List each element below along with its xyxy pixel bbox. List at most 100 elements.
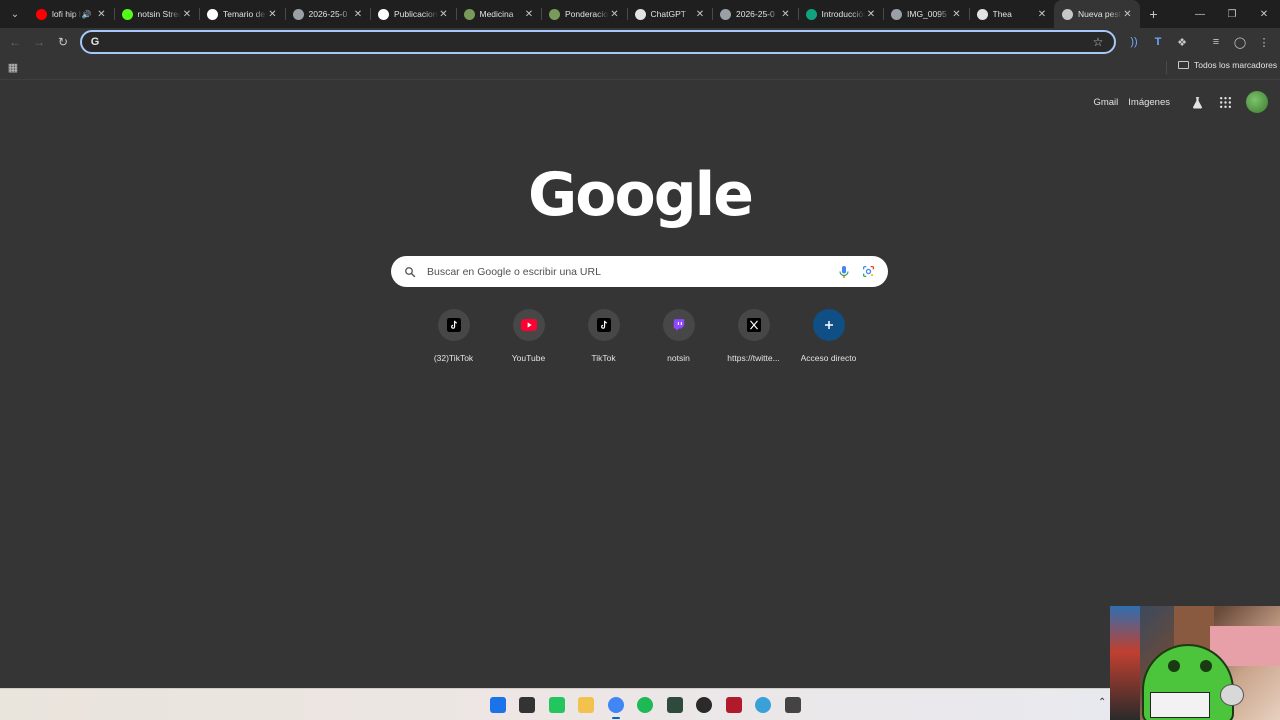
restore-icon: ❐	[1227, 8, 1237, 20]
tab[interactable]: Nueva pestaña✕	[1054, 0, 1140, 28]
tab[interactable]: 2026-25-0 ✕	[284, 0, 371, 28]
tab-title: lofi hip hop radio	[52, 9, 82, 19]
menu-button[interactable]: ⋮	[1252, 30, 1276, 54]
close-window-button[interactable]: ✕	[1248, 0, 1280, 28]
taskbar-button[interactable]	[778, 693, 808, 717]
taskbar-button[interactable]	[572, 693, 602, 717]
shortcut-tiktok[interactable]: TikTok	[566, 309, 641, 373]
reading-list-button[interactable]: ≡	[1204, 30, 1228, 54]
tab-title: Temario de	[223, 9, 266, 19]
site-icon	[549, 8, 560, 20]
tab[interactable]: Temario de ✕	[199, 0, 285, 28]
close-tab-icon[interactable]: ✕	[951, 8, 963, 20]
tab[interactable]: Publicaciones✕	[370, 0, 456, 28]
back-button[interactable]: ←	[3, 30, 27, 54]
tab-search-button[interactable]: ⌄	[4, 3, 26, 25]
tray-chevron-icon[interactable]: ⌃	[1098, 697, 1106, 708]
taskbar-button[interactable]	[749, 693, 779, 717]
close-tab-icon[interactable]: ✕	[181, 8, 193, 20]
forward-button[interactable]: →	[27, 30, 51, 54]
shortcut-notsin[interactable]: notsin	[641, 309, 716, 373]
bookmark-star-button[interactable]: ☆	[1088, 35, 1108, 49]
shield-icon	[805, 8, 817, 20]
tab[interactable]: Ponderaciones✕	[541, 0, 627, 28]
labs-button[interactable]	[1186, 91, 1208, 113]
close-tab-icon[interactable]: ✕	[438, 8, 450, 20]
windows-start-icon	[489, 697, 506, 713]
tab[interactable]: IMG_0095 ✕	[883, 0, 969, 28]
taskbar-button[interactable]	[690, 693, 720, 717]
close-tab-icon[interactable]: ✕	[609, 8, 621, 20]
chrome-icon	[607, 697, 624, 713]
taskbar-button[interactable]	[631, 693, 661, 717]
kick-icon	[121, 8, 133, 20]
tab-strip: ⌄ lofi hip hop radio🔊✕notsin Stream✕Tema…	[0, 0, 1280, 28]
extensions-button[interactable]: ❖	[1170, 30, 1194, 54]
address-bar[interactable]: G ☆	[80, 30, 1116, 54]
taskbar-button[interactable]	[483, 693, 513, 717]
profile-button[interactable]: ◯	[1228, 30, 1252, 54]
tab-title: 2026-25-0	[736, 9, 775, 19]
restore-button[interactable]: ❐	[1216, 0, 1248, 28]
profile-icon: ◯	[1233, 36, 1247, 49]
shortcut-label: notsin	[667, 353, 690, 363]
images-link[interactable]: Imágenes	[1128, 97, 1170, 108]
site-icon	[463, 8, 475, 20]
shortcut-twitter[interactable]: https://twitte...	[716, 309, 791, 373]
tab[interactable]: ChatGPT ✕	[626, 0, 713, 28]
taskbar: ⌃	[0, 688, 1280, 720]
globe-icon	[292, 8, 304, 20]
close-tab-icon[interactable]: ✕	[1122, 8, 1134, 20]
shortcut-youtube[interactable]: YouTube	[491, 309, 566, 373]
tab[interactable]: notsin Stream✕	[113, 0, 200, 28]
shortcut-tiktok-32[interactable]: (32)TikTok	[416, 309, 491, 373]
taskbar-button[interactable]	[542, 693, 572, 717]
all-bookmarks-button[interactable]: Todos los marcadores	[1178, 60, 1277, 70]
close-tab-icon[interactable]: ✕	[694, 8, 706, 20]
address-input[interactable]	[102, 35, 1088, 49]
search-box[interactable]	[391, 256, 888, 287]
webcam-shelf	[1110, 606, 1140, 720]
close-tab-icon[interactable]: ✕	[780, 8, 792, 20]
close-tab-icon[interactable]: ✕	[267, 8, 279, 20]
tab[interactable]: Introducción ✕	[797, 0, 884, 28]
new-tab-button[interactable]: +	[1144, 4, 1164, 24]
valorant-icon	[725, 697, 742, 713]
speaker-icon[interactable]: 🔊	[82, 10, 92, 19]
app-green-icon	[548, 697, 565, 713]
tab[interactable]: Thea ✕	[968, 0, 1055, 28]
taskbar-button[interactable]	[719, 693, 749, 717]
google-apps-button[interactable]	[1214, 91, 1236, 113]
ntp-header: Gmail Imágenes	[1093, 91, 1268, 113]
add-shortcut-button[interactable]: Acceso directo	[791, 309, 866, 373]
close-tab-icon[interactable]: ✕	[523, 8, 535, 20]
tab[interactable]: Medicina ✕	[455, 0, 542, 28]
close-tab-icon[interactable]: ✕	[96, 8, 108, 20]
close-tab-icon[interactable]: ✕	[1036, 8, 1048, 20]
extension-audio-button[interactable]: ))	[1122, 30, 1146, 54]
minimize-button[interactable]: —	[1184, 0, 1216, 28]
bookmarks-bar: ▦ Todos los marcadores	[0, 56, 1280, 80]
translate-icon: T	[1154, 36, 1162, 48]
taskbar-button[interactable]	[660, 693, 690, 717]
search-input[interactable]	[417, 265, 836, 278]
close-tab-icon[interactable]: ✕	[352, 8, 364, 20]
account-avatar[interactable]	[1246, 91, 1268, 113]
tab[interactable]: lofi hip hop radio🔊 ✕	[28, 0, 114, 28]
taskbar-button[interactable]	[601, 693, 631, 719]
kebab-menu-icon: ⋮	[1258, 36, 1270, 49]
voice-search-button[interactable]	[836, 264, 852, 280]
extension-translate-button[interactable]: T	[1146, 30, 1170, 54]
apps-grid-button[interactable]: ▦	[6, 60, 20, 74]
lens-search-button[interactable]	[860, 264, 876, 280]
taskbar-button[interactable]	[513, 693, 543, 717]
tab[interactable]: 2026-25-0 ✕	[712, 0, 798, 28]
reload-button[interactable]: ↻	[51, 30, 75, 54]
file-explorer-icon	[578, 697, 595, 713]
tiktok-icon	[446, 318, 461, 332]
close-tab-icon[interactable]: ✕	[865, 8, 877, 20]
camera-lens-icon	[862, 265, 874, 278]
chatgpt-icon	[634, 8, 646, 20]
gmail-link[interactable]: Gmail	[1093, 97, 1118, 108]
shortcut-label: (32)TikTok	[433, 353, 474, 363]
